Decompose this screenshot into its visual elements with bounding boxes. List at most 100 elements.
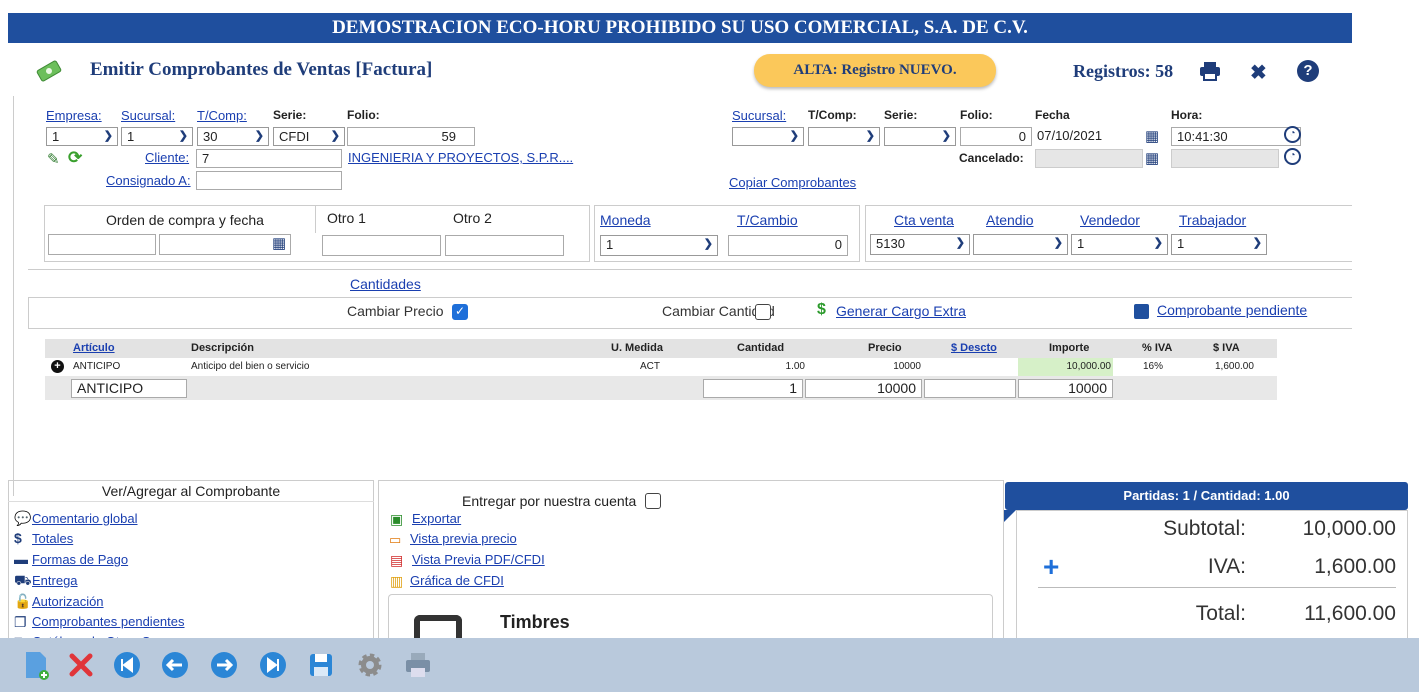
tcambio-label[interactable]: T/Cambio <box>737 212 798 228</box>
consignado-label[interactable]: Consignado A: <box>106 173 191 188</box>
col-importe: Importe <box>1049 342 1090 354</box>
orden-input[interactable] <box>48 234 156 255</box>
sucursal-select[interactable]: 1 ❯ <box>121 127 193 146</box>
vista-previa-precio-link[interactable]: Vista previa precio <box>410 531 517 546</box>
comentario-global-link[interactable]: Comentario global <box>32 511 138 526</box>
cambiar-cantidad-checkbox[interactable] <box>755 303 771 320</box>
add-plus-icon[interactable]: + <box>1043 553 1059 581</box>
iva-label: IVA: <box>1207 555 1246 578</box>
sucursal-label[interactable]: Sucursal: <box>121 108 175 123</box>
moneda-label[interactable]: Moneda <box>600 212 651 228</box>
atendio-select[interactable]: ❯ <box>973 234 1068 255</box>
chevron-down-icon: ❯ <box>941 130 951 142</box>
cell-iva: 1,600.00 <box>1215 361 1254 372</box>
cancelado-hora-input[interactable] <box>1171 149 1279 168</box>
first-record-icon[interactable] <box>112 650 142 680</box>
clock-icon[interactable]: ◔ <box>1284 126 1301 143</box>
otro1-input[interactable] <box>322 235 441 256</box>
grafica-cfdi-link[interactable]: Gráfica de CFDI <box>410 573 504 588</box>
table-row[interactable]: + ANTICIPO Anticipo del bien o servicio … <box>45 358 1277 376</box>
clock-icon[interactable]: ◔ <box>1284 148 1301 165</box>
vendedor-label[interactable]: Vendedor <box>1080 212 1140 228</box>
serie-select[interactable]: CFDI ❯ <box>273 127 345 146</box>
cta-venta-label[interactable]: Cta venta <box>894 212 954 228</box>
generar-cargo-link[interactable]: Generar Cargo Extra <box>836 303 966 319</box>
expand-plus-icon[interactable]: + <box>51 360 64 373</box>
calendar-icon[interactable]: ▦ <box>1145 127 1159 145</box>
help-icon[interactable]: ? <box>1297 60 1319 82</box>
serie-label: Serie: <box>273 108 307 122</box>
col-descto[interactable]: $ Descto <box>951 342 997 354</box>
tcomp-label[interactable]: T/Comp: <box>197 108 247 123</box>
tcambio-input[interactable]: 0 <box>728 235 848 256</box>
r-tcomp-select[interactable]: ❯ <box>808 127 880 146</box>
col-umedida: U. Medida <box>611 342 663 354</box>
folio-input[interactable]: 59 <box>347 127 475 146</box>
entregar-label: Entregar por nuestra cuenta <box>462 493 637 509</box>
entregar-checkbox[interactable] <box>645 492 661 509</box>
r-serie-select[interactable]: ❯ <box>884 127 956 146</box>
otro2-label: Otro 2 <box>453 210 492 226</box>
last-record-icon[interactable] <box>258 650 288 680</box>
comprobante-pendiente-link[interactable]: Comprobante pendiente <box>1157 302 1307 318</box>
delete-icon[interactable] <box>66 650 96 680</box>
cell-descripcion: Anticipo del bien o servicio <box>191 361 310 372</box>
edit-precio-input[interactable]: 10000 <box>805 379 922 398</box>
atendio-label[interactable]: Atendio <box>986 212 1033 228</box>
trabajador-label[interactable]: Trabajador <box>1179 212 1246 228</box>
hora-input[interactable]: 10:41:30 <box>1171 127 1301 146</box>
close-icon[interactable]: ✖ <box>1250 60 1267 85</box>
serie-value: CFDI <box>279 129 310 144</box>
edit-pencil-icon[interactable]: ✎ <box>47 150 60 168</box>
gear-icon[interactable] <box>355 650 385 680</box>
print-icon[interactable] <box>403 650 433 680</box>
empresa-label[interactable]: Empresa: <box>46 108 102 123</box>
cliente-label[interactable]: Cliente: <box>145 150 189 165</box>
edit-importe-input[interactable]: 10000 <box>1018 379 1113 398</box>
checkbox-box <box>755 303 771 320</box>
edit-descto-input[interactable] <box>924 379 1016 398</box>
next-record-icon[interactable] <box>209 650 239 680</box>
r-sucursal-select[interactable]: ❯ <box>732 127 804 146</box>
moneda-select[interactable]: 1 ❯ <box>600 235 718 256</box>
vendedor-select[interactable]: 1 ❯ <box>1071 234 1168 255</box>
cambiar-precio-checkbox[interactable]: ✓ <box>452 303 468 320</box>
empresa-value: 1 <box>52 129 60 144</box>
col-articulo[interactable]: Artículo <box>73 342 115 354</box>
r-folio-input[interactable]: 0 <box>960 127 1032 146</box>
dollar-icon: $ <box>14 530 22 546</box>
edit-cantidad-input[interactable]: 1 <box>703 379 803 398</box>
edit-articulo-input[interactable]: ANTICIPO <box>71 379 187 398</box>
cliente-name-link[interactable]: INGENIERIA Y PROYECTOS, S.P.R.... <box>348 150 573 165</box>
calendar-icon[interactable]: ▦ <box>1145 149 1159 167</box>
cta-venta-select[interactable]: 5130 ❯ <box>870 234 970 255</box>
r-sucursal-label[interactable]: Sucursal: <box>732 108 786 123</box>
previous-record-icon[interactable] <box>160 650 190 680</box>
refresh-icon[interactable]: ⟳ <box>68 148 82 168</box>
partidas-bar: Partidas: 1 / Cantidad: 1.00 <box>1005 482 1408 510</box>
print-icon[interactable] <box>1199 61 1221 81</box>
cantidades-link[interactable]: Cantidades <box>350 276 421 292</box>
vista-previa-pdf-link[interactable]: Vista Previa PDF/CFDI <box>412 552 545 567</box>
chevron-down-icon: ❯ <box>1153 237 1163 249</box>
cliente-input[interactable]: 7 <box>196 149 342 168</box>
ver-agregar-title: Ver/Agregar al Comprobante <box>8 480 374 502</box>
folio-label: Folio: <box>347 108 380 122</box>
entrega-link[interactable]: Entrega <box>32 573 78 588</box>
exportar-link[interactable]: Exportar <box>412 511 461 526</box>
formas-pago-link[interactable]: Formas de Pago <box>32 552 128 567</box>
moneda-value: 1 <box>606 237 614 252</box>
otro2-input[interactable] <box>445 235 564 256</box>
consignado-input[interactable] <box>196 171 342 190</box>
trabajador-select[interactable]: 1 ❯ <box>1171 234 1267 255</box>
cancelado-fecha-input[interactable] <box>1035 149 1143 168</box>
new-document-icon[interactable] <box>22 650 52 680</box>
autorizacion-link[interactable]: Autorización <box>32 594 104 609</box>
save-icon[interactable] <box>306 650 336 680</box>
totales-link[interactable]: Totales <box>32 531 73 546</box>
copiar-comprobantes-link[interactable]: Copiar Comprobantes <box>729 175 856 190</box>
empresa-select[interactable]: 1 ❯ <box>46 127 118 146</box>
tcomp-select[interactable]: 30 ❯ <box>197 127 269 146</box>
comprobantes-pendientes-link[interactable]: Comprobantes pendientes <box>32 614 185 629</box>
calendar-icon[interactable]: ▦ <box>272 234 286 252</box>
